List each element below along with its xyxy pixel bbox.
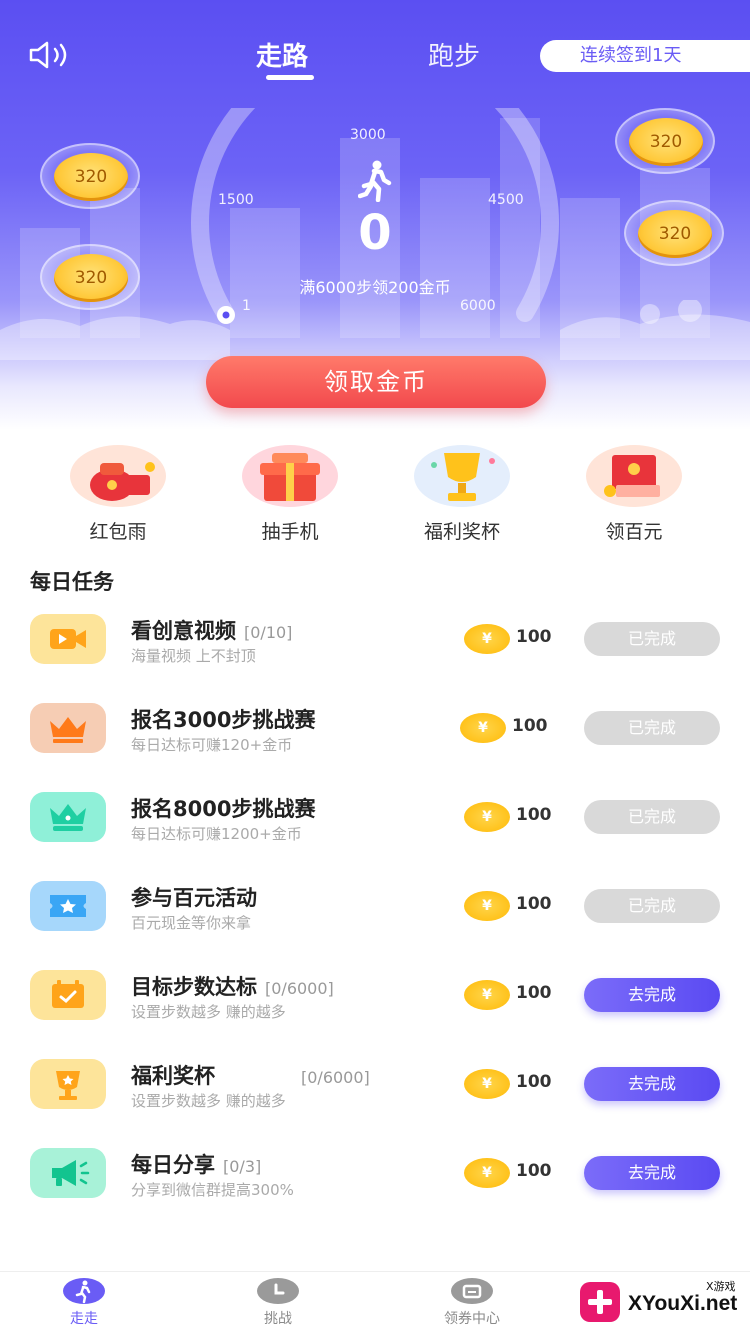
tab-walk[interactable]: 走路 <box>256 36 308 73</box>
calendar-icon <box>30 970 106 1020</box>
quick-action-label: 红包雨 <box>89 521 147 543</box>
tab-challenge[interactable]: 挑战 <box>228 1278 328 1328</box>
task-progress: [0/6000] <box>301 1068 370 1087</box>
task-title: 参与百元活动 <box>131 886 257 910</box>
quick-action-hundred-yuan[interactable]: 领百元 <box>584 445 684 544</box>
task-title: 报名3000步挑战赛 <box>131 708 316 732</box>
coin-icon: ¥ <box>464 891 510 921</box>
trophy-icon <box>414 445 510 507</box>
coin-icon: 320 <box>638 210 712 258</box>
red-envelope-icon <box>70 445 166 507</box>
coin-icon: 320 <box>54 153 128 201</box>
task-reward: 100 <box>516 983 552 1003</box>
coin-bubble[interactable]: 320 <box>615 108 715 174</box>
task-subtitle: 海量视频 上不封顶 <box>131 647 256 665</box>
task-title: 报名8000步挑战赛 <box>131 797 316 821</box>
task-progress: [0/10] <box>244 623 293 642</box>
video-icon <box>30 614 106 664</box>
watermark-text: XYouXi.net <box>628 1292 738 1315</box>
task-row-creative-video: 看创意视频 [0/10] 海量视频 上不封顶 ¥ 100 已完成 <box>0 601 750 681</box>
clock-icon <box>257 1278 299 1304</box>
coupon-icon <box>451 1278 493 1304</box>
task-reward: 100 <box>512 716 548 736</box>
task-reward: 100 <box>516 805 552 825</box>
task-go-complete-button[interactable]: 去完成 <box>584 1067 720 1101</box>
task-completed-button[interactable]: 已完成 <box>584 800 720 834</box>
coin-icon: ¥ <box>460 713 506 743</box>
gauge-tick-label: 6000 <box>460 298 496 314</box>
task-row-8000-steps-challenge: 报名8000步挑战赛 每日达标可赚1200+金币 ¥ 100 已完成 <box>0 779 750 859</box>
task-subtitle: 百元现金等你来拿 <box>131 914 252 932</box>
task-subtitle: 设置步数越多 赚的越多 <box>131 1003 286 1021</box>
walking-person-icon <box>358 160 392 202</box>
task-completed-button[interactable]: 已完成 <box>584 889 720 923</box>
gauge-tick-label: 3000 <box>350 127 386 143</box>
coin-icon: ¥ <box>464 1158 510 1188</box>
gauge-tick-label: 1 <box>242 298 251 314</box>
coin-icon: 320 <box>629 118 703 166</box>
quick-action-label: 福利奖杯 <box>423 521 500 543</box>
top-bar: 走路 跑步 连续签到1天 <box>0 0 750 110</box>
claim-coins-button[interactable]: 领取金币 <box>206 356 546 408</box>
ticket-icon <box>30 881 106 931</box>
tab-label: 走走 <box>70 1311 98 1327</box>
quick-action-red-envelope-rain[interactable]: 红包雨 <box>68 445 168 544</box>
task-title: 福利奖杯 [0/6000] <box>131 1064 370 1088</box>
coin-icon: ¥ <box>464 802 510 832</box>
task-reward: 100 <box>516 1072 552 1092</box>
coin-bubble[interactable]: 320 <box>40 244 140 310</box>
trophy-icon <box>30 1059 106 1109</box>
crown-icon <box>30 792 106 842</box>
quick-action-label: 抽手机 <box>261 521 319 543</box>
task-completed-button[interactable]: 已完成 <box>584 622 720 656</box>
task-go-complete-button[interactable]: 去完成 <box>584 978 720 1012</box>
daily-tasks-title: 每日任务 <box>30 570 114 594</box>
tab-run[interactable]: 跑步 <box>428 36 480 73</box>
task-subtitle: 分享到微信群提高300% <box>131 1181 294 1199</box>
task-completed-button[interactable]: 已完成 <box>584 711 720 745</box>
coin-icon: 320 <box>54 254 128 302</box>
quick-action-label: 领百元 <box>605 521 663 543</box>
task-reward: 100 <box>516 627 552 647</box>
signin-streak-button[interactable]: 连续签到1天 <box>540 40 750 72</box>
coin-bubble[interactable]: 320 <box>40 143 140 209</box>
task-go-complete-button[interactable]: 去完成 <box>584 1156 720 1190</box>
gift-box-icon <box>242 445 338 507</box>
task-progress: [0/6000] <box>265 979 334 998</box>
task-reward: 100 <box>516 1161 552 1181</box>
quick-action-welfare-trophy[interactable]: 福利奖杯 <box>412 445 512 544</box>
gamepad-logo-icon <box>580 1282 620 1322</box>
task-row-3000-steps-challenge: 报名3000步挑战赛 每日达标可赚120+金币 ¥ 100 已完成 <box>0 690 750 770</box>
cash-envelope-icon <box>586 445 682 507</box>
tab-coupon-center[interactable]: 领券中心 <box>422 1278 522 1328</box>
coin-bubble[interactable]: 320 <box>624 200 724 266</box>
task-row-target-steps: 目标步数达标 [0/6000] 设置步数越多 赚的越多 ¥ 100 去完成 <box>0 957 750 1037</box>
task-reward: 100 <box>516 894 552 914</box>
task-title: 每日分享 [0/3] <box>131 1153 262 1177</box>
crown-icon <box>30 703 106 753</box>
coin-icon: ¥ <box>464 624 510 654</box>
walk-icon <box>63 1278 105 1304</box>
coin-icon: ¥ <box>464 1069 510 1099</box>
site-watermark: X游戏 XYouXi.net <box>578 1272 750 1334</box>
task-row-hundred-yuan-activity: 参与百元活动 百元现金等你来拿 ¥ 100 已完成 <box>0 868 750 948</box>
task-title: 看创意视频 [0/10] <box>131 619 293 643</box>
tab-label: 挑战 <box>264 1311 292 1327</box>
task-subtitle: 每日达标可赚120+金币 <box>131 736 293 754</box>
tab-walk-home[interactable]: 走走 <box>34 1278 134 1328</box>
coin-icon: ¥ <box>464 980 510 1010</box>
speaker-icon[interactable] <box>28 40 74 70</box>
task-row-welfare-trophy: 福利奖杯 [0/6000] 设置步数越多 赚的越多 ¥ 100 去完成 <box>0 1046 750 1126</box>
task-row-daily-share: 每日分享 [0/3] 分享到微信群提高300% ¥ 100 去完成 <box>0 1135 750 1215</box>
quick-action-phone-draw[interactable]: 抽手机 <box>240 445 340 544</box>
task-subtitle: 每日达标可赚1200+金币 <box>131 825 302 843</box>
task-subtitle: 设置步数越多 赚的越多 <box>131 1092 286 1110</box>
tab-active-indicator <box>266 75 314 80</box>
task-progress: [0/3] <box>223 1157 262 1176</box>
tab-label: 领券中心 <box>444 1311 500 1327</box>
task-title: 目标步数达标 [0/6000] <box>131 975 334 999</box>
megaphone-icon <box>30 1148 106 1198</box>
